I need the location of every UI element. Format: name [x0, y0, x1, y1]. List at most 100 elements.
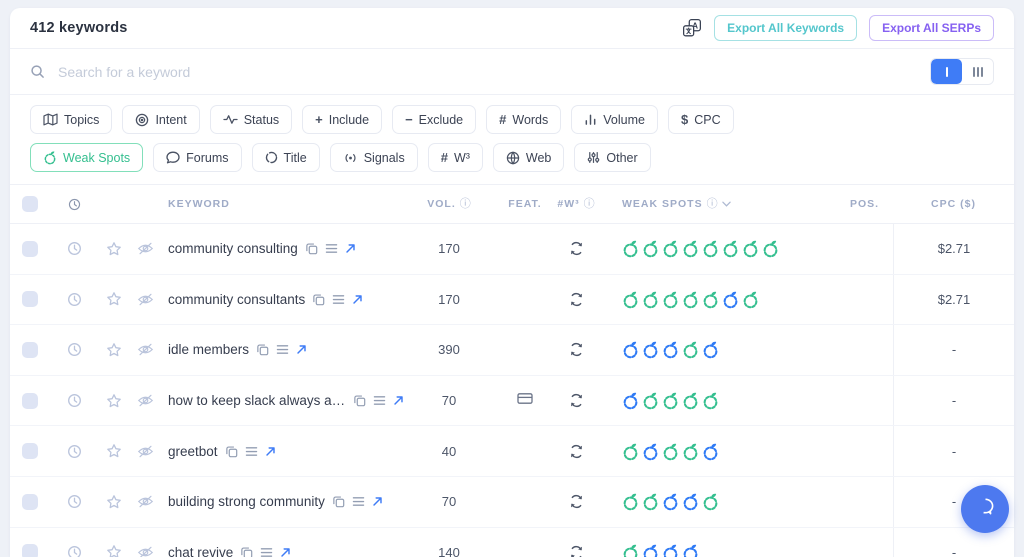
weak-spot-apple-icon[interactable]: [662, 239, 679, 258]
weak-spot-apple-icon[interactable]: [662, 492, 679, 511]
weak-spot-apple-icon[interactable]: [702, 442, 719, 461]
star-icon[interactable]: [106, 241, 122, 257]
weak-spot-apple-icon[interactable]: [642, 492, 659, 511]
eye-off-icon[interactable]: [137, 393, 154, 408]
refresh-icon[interactable]: [569, 393, 584, 408]
weak-spot-apple-icon[interactable]: [722, 239, 739, 258]
row-checkbox[interactable]: [22, 341, 38, 358]
copy-icon[interactable]: [312, 293, 325, 306]
filter-title[interactable]: Title: [251, 143, 320, 172]
row-checkbox[interactable]: [22, 291, 38, 308]
weak-spot-apple-icon[interactable]: [702, 391, 719, 410]
volume-column-header[interactable]: VOL.: [427, 198, 456, 210]
list-icon[interactable]: [325, 243, 338, 254]
open-serp-icon[interactable]: [345, 243, 356, 254]
open-serp-icon[interactable]: [352, 294, 363, 305]
list-icon[interactable]: [352, 496, 365, 507]
row-checkbox[interactable]: [22, 240, 38, 257]
weak-spot-apple-icon[interactable]: [682, 492, 699, 511]
star-icon[interactable]: [106, 393, 122, 409]
columns-view-toggle[interactable]: [962, 59, 993, 84]
row-checkbox[interactable]: [22, 392, 38, 409]
weak-spot-apple-icon[interactable]: [662, 543, 679, 557]
weak-spots-info-icon[interactable]: ⓘ: [707, 198, 718, 210]
filter-intent[interactable]: Intent: [122, 105, 200, 134]
translate-icon[interactable]: A: [682, 18, 702, 38]
star-icon[interactable]: [106, 544, 122, 557]
weak-spot-apple-icon[interactable]: [622, 239, 639, 258]
copy-icon[interactable]: [256, 343, 269, 356]
weak-spot-apple-icon[interactable]: [682, 543, 699, 557]
w3-info-icon[interactable]: ⓘ: [584, 198, 595, 210]
weak-spot-apple-icon[interactable]: [662, 340, 679, 359]
select-all-checkbox[interactable]: [22, 196, 38, 212]
weak-spot-apple-icon[interactable]: [682, 239, 699, 258]
weak-spot-apple-icon[interactable]: [702, 340, 719, 359]
filter-w3[interactable]: # W³: [427, 143, 483, 172]
list-icon[interactable]: [276, 344, 289, 355]
weak-spot-apple-icon[interactable]: [702, 492, 719, 511]
chat-widget-button[interactable]: [961, 485, 1009, 533]
eye-off-icon[interactable]: [137, 292, 154, 307]
clock-icon[interactable]: [67, 444, 82, 459]
row-checkbox[interactable]: [22, 443, 38, 460]
export-all-keywords-button[interactable]: Export All Keywords: [714, 15, 858, 41]
keyword-text[interactable]: community consultants: [168, 292, 305, 307]
weak-spot-apple-icon[interactable]: [642, 340, 659, 359]
copy-icon[interactable]: [353, 394, 366, 407]
clock-icon[interactable]: [67, 494, 82, 509]
weak-spots-column-header[interactable]: WEAK SPOTS: [622, 198, 703, 210]
refresh-icon[interactable]: [569, 545, 584, 557]
weak-spot-apple-icon[interactable]: [702, 239, 719, 258]
eye-off-icon[interactable]: [137, 444, 154, 459]
open-serp-icon[interactable]: [372, 496, 383, 507]
open-serp-icon[interactable]: [393, 395, 404, 406]
copy-icon[interactable]: [225, 445, 238, 458]
filter-exclude[interactable]: − Exclude: [392, 105, 477, 134]
copy-icon[interactable]: [332, 495, 345, 508]
weak-spot-apple-icon[interactable]: [702, 290, 719, 309]
list-icon[interactable]: [373, 395, 386, 406]
weak-spot-apple-icon[interactable]: [742, 290, 759, 309]
refresh-icon[interactable]: [569, 292, 584, 307]
weak-spot-apple-icon[interactable]: [642, 442, 659, 461]
list-icon[interactable]: [332, 294, 345, 305]
weak-spot-apple-icon[interactable]: [642, 239, 659, 258]
open-serp-icon[interactable]: [296, 344, 307, 355]
keyword-text[interactable]: how to keep slack always active: [168, 393, 346, 408]
cpc-column-header[interactable]: CPC ($): [931, 198, 976, 210]
position-column-header[interactable]: POS.: [850, 198, 879, 210]
weak-spot-apple-icon[interactable]: [682, 442, 699, 461]
list-view-toggle[interactable]: [931, 59, 962, 84]
weak-spot-apple-icon[interactable]: [622, 543, 639, 557]
clock-icon[interactable]: [67, 342, 82, 357]
filter-signals[interactable]: Signals: [329, 143, 418, 172]
filter-status[interactable]: Status: [209, 105, 293, 134]
filter-other[interactable]: Other: [574, 143, 651, 172]
featured-column-header[interactable]: FEAT.: [508, 198, 541, 210]
filter-topics[interactable]: Topics: [30, 105, 113, 134]
eye-off-icon[interactable]: [137, 494, 154, 509]
filter-volume[interactable]: Volume: [571, 105, 658, 134]
chevron-down-icon[interactable]: [721, 201, 731, 207]
refresh-icon[interactable]: [569, 342, 584, 357]
filter-include[interactable]: + Include: [302, 105, 383, 134]
keyword-text[interactable]: idle members: [168, 342, 249, 357]
weak-spot-apple-icon[interactable]: [682, 340, 699, 359]
filter-forums[interactable]: Forums: [153, 143, 242, 172]
weak-spot-apple-icon[interactable]: [622, 391, 639, 410]
filter-web[interactable]: Web: [492, 143, 565, 172]
refresh-icon[interactable]: [569, 494, 584, 509]
volume-info-icon[interactable]: ⓘ: [460, 198, 471, 210]
weak-spot-apple-icon[interactable]: [722, 290, 739, 309]
eye-off-icon[interactable]: [137, 545, 154, 557]
eye-off-icon[interactable]: [137, 241, 154, 256]
keyword-text[interactable]: chat revive: [168, 545, 233, 557]
star-icon[interactable]: [106, 443, 122, 459]
search-input[interactable]: [56, 62, 919, 81]
weak-spot-apple-icon[interactable]: [742, 239, 759, 258]
weak-spot-apple-icon[interactable]: [642, 290, 659, 309]
copy-icon[interactable]: [305, 242, 318, 255]
open-serp-icon[interactable]: [265, 446, 276, 457]
clock-icon[interactable]: [67, 393, 82, 408]
